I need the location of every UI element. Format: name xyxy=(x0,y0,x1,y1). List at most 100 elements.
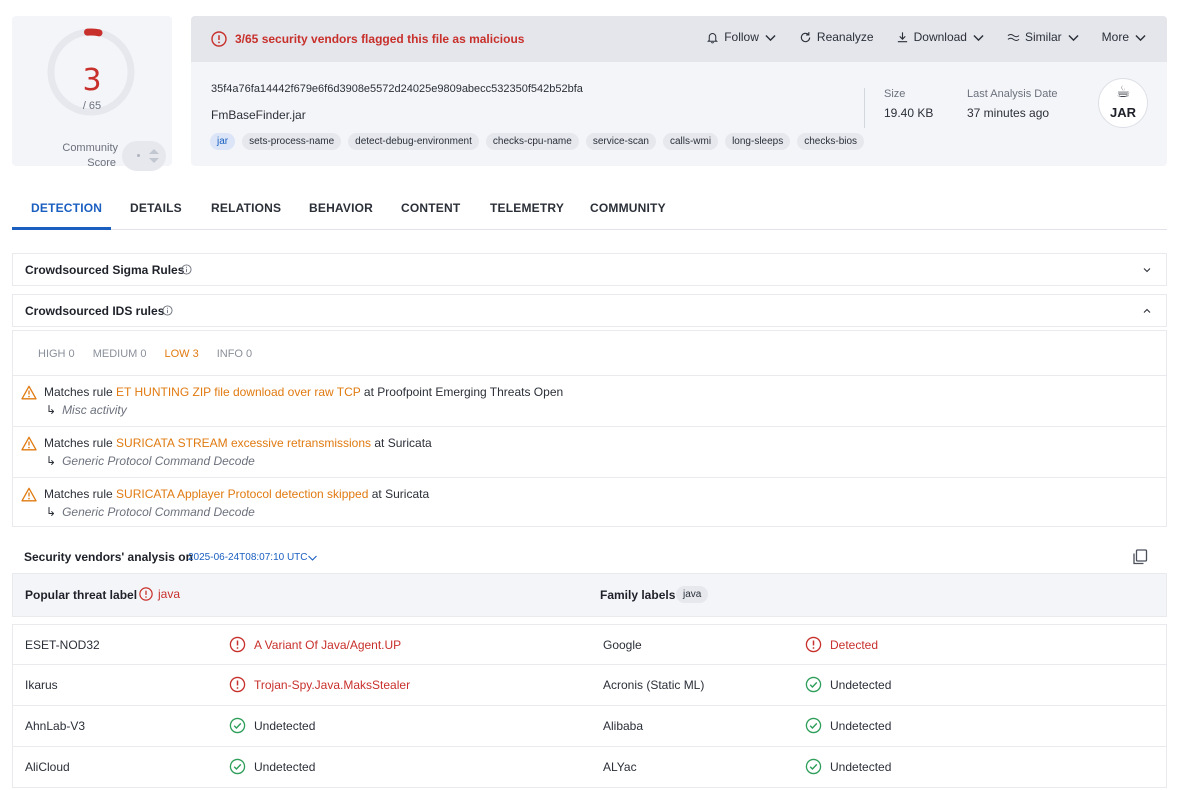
vendor-verdict-text: Undetected xyxy=(830,677,892,692)
tab-relations[interactable]: RELATIONS xyxy=(211,201,281,215)
vendor-name: Alibaba xyxy=(603,719,644,733)
last-analysis-label: Last Analysis Date xyxy=(967,88,1058,100)
tag-chip[interactable]: detect-debug-environment xyxy=(348,133,479,150)
chevron-down-icon xyxy=(1135,34,1146,41)
last-analysis-value: 37 minutes ago xyxy=(967,106,1050,120)
vendor-name: AliCloud xyxy=(25,760,70,774)
download-icon xyxy=(897,31,907,42)
tag-chip[interactable]: checks-bios xyxy=(797,133,865,150)
tag-chip[interactable]: long-sleeps xyxy=(725,133,791,150)
file-type-label: JAR xyxy=(1109,105,1136,120)
ids-rule-category: ↳ Generic Protocol Command Decode xyxy=(46,505,255,519)
threat-label-bar: Popular threat label java Family labels … xyxy=(12,573,1167,617)
ids-rule-row: Matches rule ET HUNTING ZIP file downloa… xyxy=(13,375,1166,426)
similar-label: Similar xyxy=(1024,30,1062,44)
vendor-verdict: Undetected xyxy=(805,717,891,734)
reanalyze-button[interactable]: Reanalyze xyxy=(799,30,874,44)
vendor-verdict: Undetected xyxy=(805,676,891,693)
severity-tab-medium[interactable]: MEDIUM 0 xyxy=(93,348,147,360)
chevron-down-icon[interactable] xyxy=(307,553,318,563)
ids-rule-link[interactable]: SURICATA STREAM excessive retransmission… xyxy=(116,436,371,450)
reanalyze-label: Reanalyze xyxy=(816,30,874,44)
check-circle-icon xyxy=(805,717,822,734)
vendor-name: ESET-NOD32 xyxy=(25,638,100,652)
tab-content[interactable]: CONTENT xyxy=(401,201,460,215)
severity-tab-info[interactable]: INFO 0 xyxy=(217,348,252,360)
tag-chip[interactable]: service-scan xyxy=(585,133,656,150)
vendor-name: Google xyxy=(603,638,642,652)
file-actions: Follow Reanalyze Download Similar More xyxy=(706,30,1147,44)
check-circle-icon xyxy=(229,717,246,734)
vendor-row: AliCloud Undetected ALYac Undetected xyxy=(12,747,1167,788)
tag-chip[interactable]: checks-cpu-name xyxy=(485,133,579,150)
severity-tab-high[interactable]: HIGH 0 xyxy=(38,348,75,360)
vendor-name: AhnLab-V3 xyxy=(25,719,86,733)
similar-button[interactable]: Similar xyxy=(1007,30,1080,44)
ids-rules-header[interactable]: Crowdsourced IDS rules xyxy=(12,294,1167,327)
vendor-name: Ikarus xyxy=(25,678,58,692)
vendor-verdict: Detected xyxy=(805,636,878,653)
tab-behavior[interactable]: BEHAVIOR xyxy=(309,201,373,215)
tab-community[interactable]: COMMUNITY xyxy=(590,201,666,215)
ids-rule-source: Proofpoint Emerging Threats Open xyxy=(377,385,564,399)
alert-circle-icon xyxy=(229,676,246,693)
main-tabs: DETECTION DETAILS RELATIONS BEHAVIOR CON… xyxy=(12,186,1167,230)
vote-up-icon[interactable] xyxy=(149,149,159,154)
tag-chip[interactable]: jar xyxy=(210,133,236,150)
download-button[interactable]: Download xyxy=(896,30,985,44)
vendor-row: AhnLab-V3 Undetected Alibaba Undetected xyxy=(12,706,1167,747)
vendor-verdict: Trojan-Spy.Java.MaksStealer xyxy=(229,676,410,693)
vendor-verdict-text: Detected xyxy=(830,637,879,652)
alert-bar: 3/65 security vendors flagged this file … xyxy=(191,16,1167,62)
size-value: 19.40 KB xyxy=(884,106,934,120)
detection-count: 3 xyxy=(82,63,102,98)
copy-icon[interactable] xyxy=(1131,548,1149,566)
vendor-verdict-text: Undetected xyxy=(254,759,316,774)
tag-chip[interactable]: calls-wmi xyxy=(662,133,719,150)
ids-rule-source: Suricata xyxy=(387,436,432,450)
chevron-down-icon xyxy=(765,34,776,41)
tab-telemetry[interactable]: TELEMETRY xyxy=(490,201,564,215)
ids-rule-link[interactable]: ET HUNTING ZIP file download over raw TC… xyxy=(116,385,361,399)
follow-button[interactable]: Follow xyxy=(706,30,777,44)
tab-detection[interactable]: DETECTION xyxy=(31,201,102,215)
check-circle-icon xyxy=(805,676,822,693)
vendor-verdict-text: Undetected xyxy=(254,718,316,733)
vendor-row: ESET-NOD32 A Variant Of Java/Agent.UP Goog… xyxy=(12,624,1167,665)
severity-tab-low[interactable]: LOW 3 xyxy=(164,348,198,360)
refresh-icon xyxy=(800,31,811,42)
ids-rule-category: ↳ Misc activity xyxy=(46,403,127,417)
community-score-label-2: Score xyxy=(87,157,116,169)
tag-chip[interactable]: sets-process-name xyxy=(242,133,342,150)
vendor-verdict: Undetected xyxy=(229,717,315,734)
file-tags: jar sets-process-name detect-debug-envir… xyxy=(210,133,865,150)
community-vote-control[interactable] xyxy=(122,141,166,171)
file-type-icon: ☕ JAR xyxy=(1098,78,1148,128)
vote-down-icon[interactable] xyxy=(149,158,159,163)
ids-rule-text: Matches rule ET HUNTING ZIP file downloa… xyxy=(44,385,564,399)
sigma-rules-header[interactable]: Crowdsourced Sigma Rules xyxy=(12,253,1167,286)
family-labels-label: Family labels xyxy=(600,588,676,602)
severity-tabs: HIGH 0 MEDIUM 0 LOW 3 INFO 0 xyxy=(38,348,252,360)
ids-rule-link[interactable]: SURICATA Applayer Protocol detection ski… xyxy=(116,487,368,501)
file-name: FmBaseFinder.jar xyxy=(211,108,306,122)
community-score-label: Community xyxy=(62,142,118,154)
family-label-chip[interactable]: java xyxy=(676,586,709,603)
chevron-down-icon xyxy=(973,34,984,41)
warning-triangle-icon xyxy=(21,436,37,451)
chevron-down-icon[interactable] xyxy=(1142,265,1152,275)
info-icon[interactable] xyxy=(162,305,173,316)
vendors-heading: Security vendors' analysis on xyxy=(24,550,193,564)
more-button[interactable]: More xyxy=(1102,30,1147,44)
check-circle-icon xyxy=(229,758,246,775)
vendor-verdict-text: Trojan-Spy.Java.MaksStealer xyxy=(254,677,411,692)
ids-rule-row: Matches rule SURICATA STREAM excessive r… xyxy=(13,426,1166,477)
warning-triangle-icon xyxy=(21,385,37,400)
analysis-date-selector[interactable]: 2025-06-24T08:07:10 UTC xyxy=(188,552,308,563)
chevron-up-icon[interactable] xyxy=(1142,306,1152,316)
tab-details[interactable]: DETAILS xyxy=(130,201,182,215)
ids-rule-text: Matches rule SURICATA STREAM excessive r… xyxy=(44,436,432,450)
file-hash[interactable]: 35f4a76fa14442f679e6f6d3908e5572d24025e9… xyxy=(211,83,583,95)
info-icon[interactable] xyxy=(181,264,192,275)
ids-rule-category: ↳ Generic Protocol Command Decode xyxy=(46,454,255,468)
